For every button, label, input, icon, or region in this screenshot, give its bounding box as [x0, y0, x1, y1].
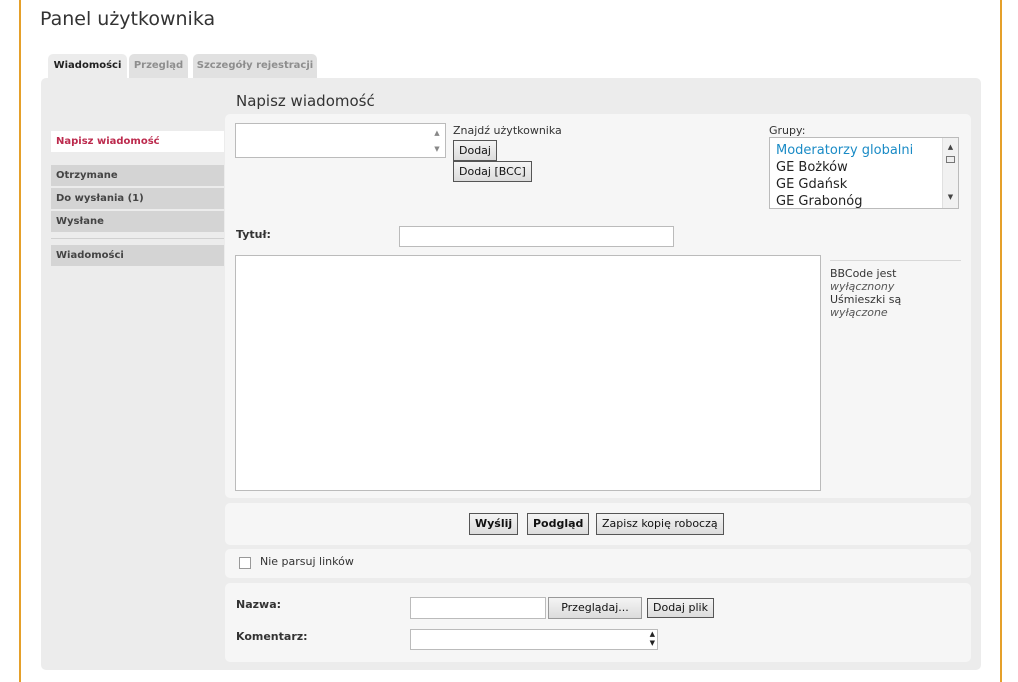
add-file-button[interactable]: Dodaj plik	[647, 598, 714, 618]
tab-overview[interactable]: Przegląd	[129, 54, 188, 78]
hint-divider	[830, 260, 961, 261]
preview-button[interactable]: Podgląd	[527, 513, 590, 535]
group-option[interactable]: GE Grabonóg	[770, 193, 958, 208]
comment-input[interactable]: ▲ ▼	[410, 629, 658, 650]
scroll-up-icon[interactable]: ▲	[943, 143, 958, 151]
bbcode-status: wyłącznony	[830, 280, 895, 293]
filename-input[interactable]	[410, 597, 546, 619]
scroll-down-icon[interactable]: ▼	[430, 142, 444, 156]
group-option[interactable]: Moderatorzy globalni	[770, 142, 958, 159]
bbcode-line: BBCode jest	[830, 267, 897, 280]
scroll-up-icon[interactable]: ▲	[430, 126, 444, 140]
compose-heading: Napisz wiadomość	[236, 92, 375, 110]
attachment-block	[225, 583, 971, 662]
recipients-input[interactable]: ▲ ▼	[235, 123, 446, 158]
sidebar-item-sent[interactable]: Wysłane	[51, 211, 224, 232]
sidebar-item-compose[interactable]: Napisz wiadomość	[51, 131, 224, 152]
add-bcc-button[interactable]: Dodaj [BCC]	[453, 161, 532, 182]
group-option[interactable]: GE Gdańsk	[770, 176, 958, 193]
smilies-status: wyłączone	[830, 306, 888, 319]
send-button[interactable]: Wyślij	[469, 513, 519, 535]
no-parse-links-checkbox[interactable]	[239, 557, 251, 569]
group-option[interactable]: GE Bożków	[770, 159, 958, 176]
no-parse-links-label[interactable]: Nie parsuj linków	[260, 555, 354, 568]
find-user-link[interactable]: Znajdź użytkownika	[453, 124, 562, 137]
groups-listbox[interactable]: Moderatorzy globalni GE Bożków GE Gdańsk…	[769, 137, 959, 209]
smilies-line: Uśmieszki są	[830, 293, 902, 306]
spinner-icon[interactable]: ▲ ▼	[650, 630, 655, 648]
scroll-down-icon[interactable]: ▼	[943, 193, 958, 201]
subject-input[interactable]	[399, 226, 674, 247]
subject-label: Tytuł:	[236, 228, 271, 241]
groups-scrollbar[interactable]: ▲ ▼	[942, 138, 958, 208]
tab-registration-details[interactable]: Szczegóły rejestracji	[193, 54, 317, 78]
format-hint: BBCode jest wyłącznony Uśmieszki są wyłą…	[830, 267, 960, 319]
sidebar-item-messages[interactable]: Wiadomości	[51, 245, 224, 266]
scroll-thumb[interactable]	[946, 156, 955, 163]
add-recipient-button[interactable]: Dodaj	[453, 140, 497, 161]
sidebar-item-outbox[interactable]: Do wysłania (1)	[51, 188, 224, 209]
sidebar-item-inbox[interactable]: Otrzymane	[51, 165, 224, 186]
comment-label: Komentarz:	[236, 630, 308, 643]
message-textarea[interactable]	[235, 255, 821, 491]
filename-label: Nazwa:	[236, 598, 282, 611]
browse-button[interactable]: Przeglądaj...	[548, 597, 642, 619]
groups-label: Grupy:	[769, 124, 806, 137]
sidebar-divider	[51, 238, 224, 239]
page-title: Panel użytkownika	[40, 8, 216, 30]
tab-messages[interactable]: Wiadomości	[48, 54, 127, 78]
save-draft-button[interactable]: Zapisz kopię roboczą	[596, 513, 724, 535]
